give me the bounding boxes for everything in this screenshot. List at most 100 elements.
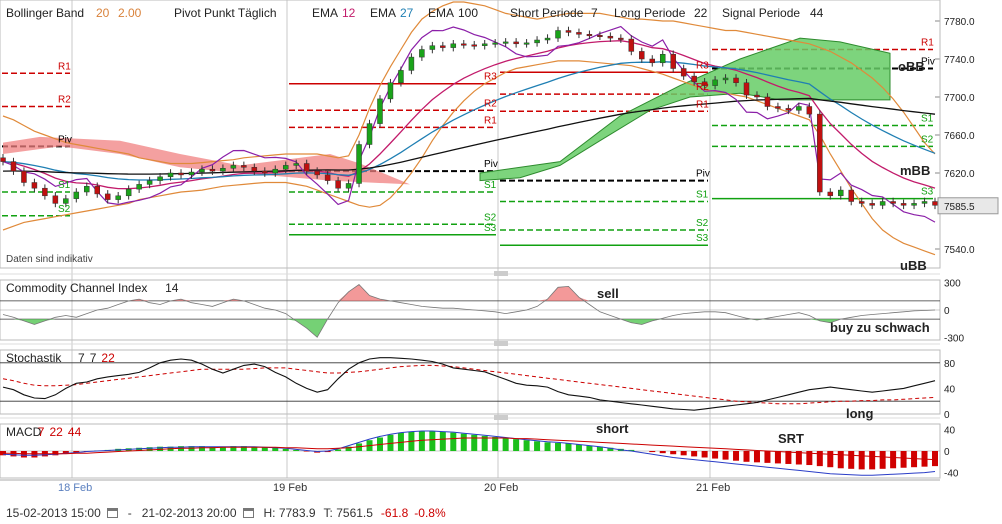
candle-down [932, 201, 938, 206]
macd-panel-resize-handle [494, 415, 508, 420]
candle-up [167, 172, 174, 178]
candle-down [869, 203, 875, 206]
stoch-panel-label: 7 [78, 351, 85, 365]
cci-oversold-fill [3, 319, 935, 338]
price-tick-label: 7700.0 [944, 93, 975, 104]
candle-down [335, 180, 341, 189]
pivot-label-s2: S2 [58, 204, 71, 215]
pivot-label-s1: S1 [921, 114, 934, 125]
candle-down [607, 35, 614, 39]
candle-up [136, 184, 142, 190]
candle-down [628, 38, 635, 52]
pivot-label-piv: Piv [484, 159, 498, 170]
candle-up [429, 45, 436, 50]
candle-up [157, 176, 163, 181]
candle-down [513, 41, 519, 45]
macd-bar-positive [534, 441, 541, 451]
candle-down [900, 203, 907, 206]
candle-down [848, 189, 854, 202]
candle-down [251, 167, 258, 172]
header-long-label: Long Periode [614, 6, 686, 20]
date-label: 18 Feb [58, 482, 92, 494]
candle-up [408, 56, 415, 71]
candle-down [691, 75, 697, 83]
candle-down [314, 170, 320, 176]
candle-up [73, 191, 80, 199]
price-tick-label: 7780.0 [944, 17, 975, 28]
candle-up [796, 106, 802, 111]
pivot-label-s1: S1 [696, 190, 709, 201]
macd-bar-negative [20, 451, 27, 458]
candle-down [565, 30, 572, 33]
candle-up [125, 188, 132, 197]
candle-down [31, 182, 38, 189]
header-long-value: 22 [694, 6, 708, 20]
header-signal-value: 44 [810, 6, 824, 20]
date-to: 21-02-2013 20:00 [141, 505, 237, 520]
stoch-panel-label: 7 [90, 351, 97, 365]
candle-up [282, 165, 289, 170]
macd-panel-label: 22 [50, 425, 64, 439]
macd-bar-negative [900, 451, 907, 468]
macd-panel-tick: 0 [944, 447, 950, 458]
stoch-panel-tick: 40 [944, 384, 956, 395]
pivot-label-s2: S2 [484, 212, 497, 223]
date-from: 15-02-2013 15:00 [6, 505, 101, 520]
candle-down [680, 68, 687, 77]
chart-canvas[interactable]: 7780.0 7740.0 7700.0 7660.0 7620.0 7540.0 7585… [0, 0, 1002, 524]
header-bollinger: Bollinger Band [6, 6, 84, 20]
macd-bar-negative [753, 451, 760, 463]
pivot-label-r2: R2 [58, 95, 71, 106]
macd-bar-positive [513, 439, 520, 451]
candle-up [398, 70, 404, 84]
pivot-label-s3: S3 [696, 233, 709, 244]
pivot-label-r1: R1 [696, 99, 709, 110]
candle-down [806, 106, 813, 115]
date-label: 21 Feb [696, 482, 730, 494]
macd-bar-negative [827, 451, 834, 468]
macd-bar-negative [932, 451, 938, 467]
candle-down [241, 165, 247, 168]
cci-panel-label: 14 [165, 281, 179, 295]
macd-panel-label: MACD [6, 425, 42, 439]
candle-up [199, 168, 205, 173]
candle-up [293, 163, 299, 166]
indikativ-note: Daten sind indikativ [6, 254, 93, 265]
header-ema100-value: 100 [458, 6, 478, 20]
price-tick-label: 7620.0 [944, 169, 975, 180]
macd-bar-negative [869, 451, 876, 470]
candle-down [618, 37, 624, 40]
pivot-label-r3: R3 [484, 72, 497, 83]
cci-panel-tick: -300 [944, 333, 964, 344]
candle-down [324, 174, 331, 181]
candle-down [890, 201, 896, 204]
calendar-icon[interactable] [242, 507, 254, 518]
pivot-label-s3: S3 [484, 223, 497, 234]
candle-up [534, 39, 540, 44]
macd-bar-negative [722, 451, 729, 460]
candle-up [63, 198, 69, 204]
candle-up [879, 201, 886, 206]
last-price-label: 7585.5 [944, 202, 975, 213]
candle-up [188, 171, 195, 176]
candle-down [10, 161, 17, 172]
cci-panel-tick: 300 [944, 279, 961, 290]
candle-down [775, 106, 781, 109]
calendar-icon[interactable] [106, 507, 118, 518]
annotation-obb: oBB [898, 59, 925, 74]
stoch-k-line [2, 357, 936, 411]
macd-bar-positive [565, 443, 572, 451]
header-short-value: 7 [591, 6, 598, 20]
candle-down [858, 201, 865, 204]
candle-down [639, 51, 645, 60]
candle-up [555, 30, 561, 39]
header-bollinger-p1: 20 [96, 6, 110, 20]
candle-down [754, 94, 760, 98]
macd-bar-negative [712, 451, 719, 459]
macd-bar-positive [418, 431, 425, 451]
header-ema100-label: EMA [428, 6, 454, 20]
candle-down [94, 186, 100, 195]
candle-up [146, 180, 153, 185]
date-label: 19 Feb [273, 482, 307, 494]
macd-bar-negative [701, 451, 708, 458]
